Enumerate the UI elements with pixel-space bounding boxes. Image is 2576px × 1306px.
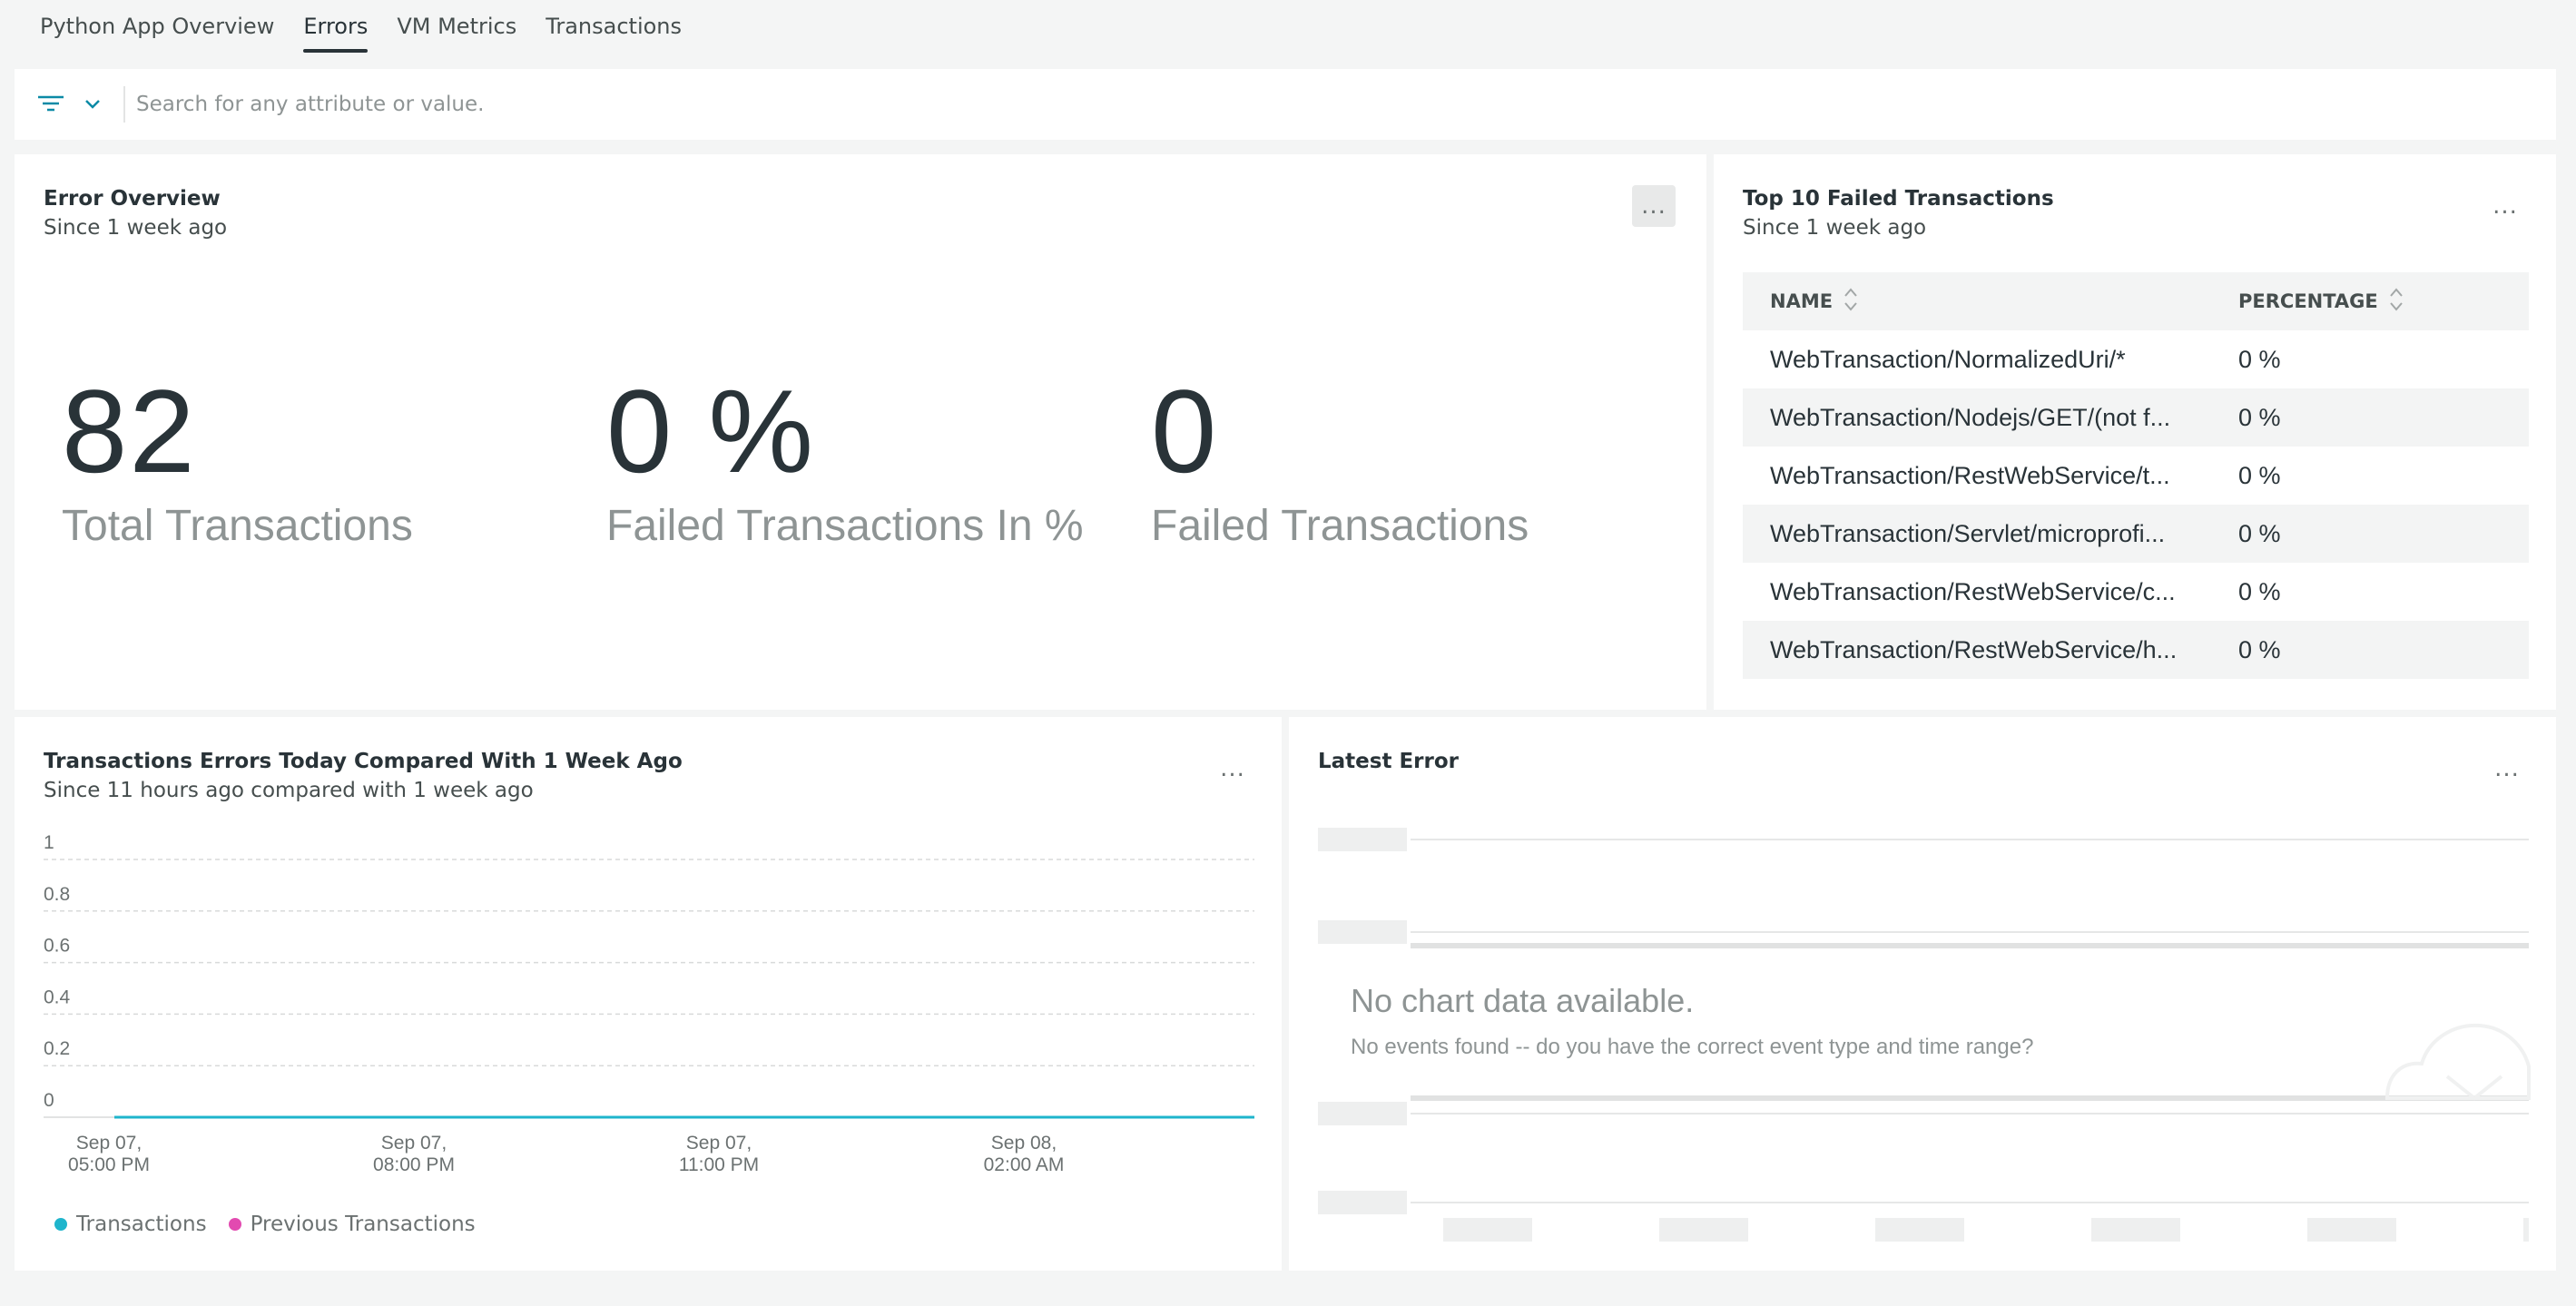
x-tick-label: 11:00 PM — [679, 1154, 759, 1175]
kpi-value: 82 — [62, 365, 197, 497]
table-row[interactable]: WebTransaction/Nodejs/GET/(not f... 0 % — [1743, 388, 2529, 447]
line-chart: 10.80.60.40.20Sep 07,05:00 PMSep 07,08:0… — [44, 832, 1254, 1175]
more-options-button[interactable]: ... — [1632, 185, 1676, 227]
chart-legend: Transactions Previous Transactions — [54, 1213, 497, 1236]
kpi-failed-percent: 0 % Failed Transactions In % — [606, 372, 1084, 551]
x-tick-label: Sep 08, — [991, 1133, 1057, 1154]
table-row[interactable]: WebTransaction/RestWebService/c... 0 % — [1743, 563, 2529, 621]
search-input[interactable] — [136, 69, 2556, 140]
more-options-button[interactable]: ... — [2483, 185, 2527, 227]
transaction-name: WebTransaction/NormalizedUri/* — [1770, 345, 2126, 373]
legend-item[interactable]: Previous Transactions — [228, 1213, 476, 1236]
transaction-percentage: 0 % — [2238, 635, 2281, 663]
legend-dot-icon — [54, 1218, 67, 1231]
transaction-name: WebTransaction/Nodejs/GET/(not f... — [1770, 403, 2171, 431]
card-subtitle: Since 1 week ago — [1743, 216, 1927, 240]
chevron-down-icon — [84, 98, 102, 111]
transaction-name: WebTransaction/Servlet/microprofi... — [1770, 519, 2166, 547]
latest-error-card: Latest Error ... No chart data available… — [1289, 717, 2556, 1271]
filter-icon — [36, 93, 65, 115]
column-header-name[interactable]: NAME — [1743, 286, 2238, 318]
card-title: Top 10 Failed Transactions — [1743, 187, 2054, 211]
transaction-percentage: 0 % — [2238, 461, 2281, 489]
y-tick-label: 0.6 — [44, 936, 70, 957]
table-row[interactable]: WebTransaction/RestWebService/t... 0 % — [1743, 447, 2529, 505]
tab-transactions[interactable]: Transactions — [546, 0, 682, 53]
x-tick-label: 02:00 AM — [984, 1154, 1065, 1175]
kpi-label: Failed Transactions — [1151, 502, 1529, 550]
transactions-errors-chart-card: Transactions Errors Today Compared With … — [15, 717, 1282, 1271]
failed-transactions-table: NAME PERCENTAGE WebTransaction/Normalize… — [1743, 272, 2529, 679]
ellipsis-icon: ... — [1641, 192, 1667, 220]
y-tick-label: 0.2 — [44, 1038, 70, 1059]
transaction-name: WebTransaction/RestWebService/t... — [1770, 461, 2170, 489]
transaction-name: WebTransaction/RestWebService/c... — [1770, 577, 2176, 605]
column-label: NAME — [1770, 290, 1834, 312]
kpi-value: 0 — [1151, 365, 1219, 497]
y-tick-label: 0.8 — [44, 884, 70, 905]
y-tick-label: 0 — [44, 1090, 54, 1111]
legend-label: Previous Transactions — [250, 1213, 476, 1236]
x-tick-label: 05:00 PM — [68, 1154, 150, 1175]
legend-label: Transactions — [76, 1213, 207, 1236]
no-data-title: No chart data available. — [1351, 982, 1695, 1019]
ellipsis-icon: ... — [2492, 192, 2518, 220]
card-title: Error Overview — [44, 187, 221, 211]
tab-python-app-overview[interactable]: Python App Overview — [40, 0, 274, 53]
table-header: NAME PERCENTAGE — [1743, 272, 2529, 330]
sort-icon — [2389, 286, 2404, 318]
error-overview-card: Error Overview Since 1 week ago ... 82 T… — [15, 154, 1706, 710]
legend-dot-icon — [228, 1218, 241, 1231]
kpi-value: 0 % — [606, 365, 816, 497]
y-tick-label: 0.4 — [44, 987, 71, 1007]
cloud-icon — [2384, 1023, 2531, 1101]
tab-errors[interactable]: Errors — [303, 0, 369, 53]
kpi-label: Total Transactions — [62, 502, 413, 550]
sort-icon — [1844, 286, 1858, 318]
filter-divider — [123, 86, 125, 123]
table-row[interactable]: WebTransaction/Servlet/microprofi... 0 % — [1743, 505, 2529, 563]
x-tick-label: Sep 07, — [381, 1133, 447, 1154]
transaction-percentage: 0 % — [2238, 519, 2281, 547]
y-tick-label: 1 — [44, 832, 54, 853]
x-tick-label: 08:00 PM — [373, 1154, 455, 1175]
column-label: PERCENTAGE — [2238, 290, 2378, 312]
tab-vm-metrics[interactable]: VM Metrics — [397, 0, 516, 53]
x-tick-label: Sep 07, — [76, 1133, 142, 1154]
filter-bar — [15, 69, 2556, 140]
dashboard-tabs: Python App Overview Errors VM Metrics Tr… — [40, 0, 711, 54]
legend-item[interactable]: Transactions — [54, 1213, 207, 1236]
transaction-percentage: 0 % — [2238, 345, 2281, 373]
card-subtitle: Since 1 week ago — [44, 216, 228, 240]
column-header-percentage[interactable]: PERCENTAGE — [2238, 286, 2404, 318]
transaction-name: WebTransaction/RestWebService/h... — [1770, 635, 2178, 663]
kpi-total-transactions: 82 Total Transactions — [62, 372, 413, 551]
filter-button[interactable] — [15, 69, 102, 140]
kpi-label: Failed Transactions In % — [606, 502, 1084, 550]
no-data-message: No events found -- do you have the corre… — [1351, 1035, 2034, 1059]
x-tick-label: Sep 07, — [686, 1133, 752, 1154]
transaction-percentage: 0 % — [2238, 403, 2281, 431]
kpi-failed-transactions: 0 Failed Transactions — [1151, 372, 1529, 551]
transaction-percentage: 0 % — [2238, 577, 2281, 605]
top-failed-transactions-card: Top 10 Failed Transactions Since 1 week … — [1714, 154, 2556, 710]
table-row[interactable]: WebTransaction/RestWebService/h... 0 % — [1743, 621, 2529, 679]
table-row[interactable]: WebTransaction/NormalizedUri/* 0 % — [1743, 330, 2529, 388]
